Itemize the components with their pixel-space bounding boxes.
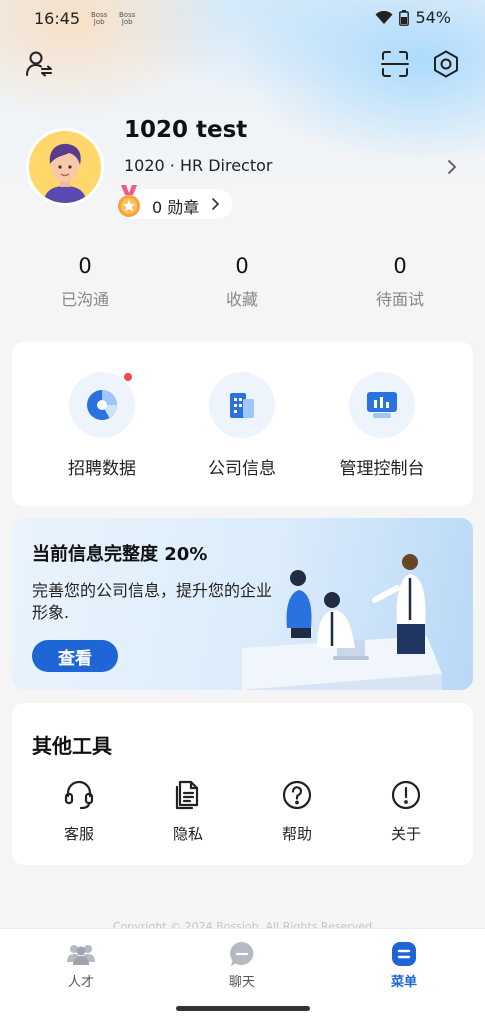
stat-label: 收藏 <box>225 290 258 309</box>
office-illustration <box>242 554 442 690</box>
stat-favorites[interactable]: 0 收藏 <box>182 254 302 310</box>
quick-action-label: 招聘数据 <box>68 459 136 479</box>
user-switch-icon <box>26 51 52 77</box>
stat-interviews[interactable]: 0 待面试 <box>340 254 460 310</box>
tab-label: 菜单 <box>390 975 417 990</box>
status-notification-logo: Boss Job <box>119 12 135 26</box>
completeness-banner[interactable]: 当前信息完整度 20% 完善您的公司信息，提升您的企业形象. 查看 <box>12 518 473 690</box>
tab-icon-wrap <box>202 941 282 967</box>
tool-icon-wrap <box>34 777 124 813</box>
badge-button[interactable]: 0 勋章 <box>118 185 232 219</box>
quick-action-icon-wrap <box>349 372 415 438</box>
chevron-right-icon <box>448 160 456 174</box>
tab-icon-wrap <box>41 941 121 967</box>
tab-chat[interactable]: 聊天 <box>202 941 282 990</box>
quick-action-recruitment-data[interactable]: 招聘数据 <box>32 372 172 479</box>
quick-action-company-info[interactable]: 公司信息 <box>172 372 312 479</box>
stat-label: 待面试 <box>375 290 424 309</box>
battery-percent: 54% <box>415 8 451 27</box>
quick-action-label: 管理控制台 <box>339 459 425 479</box>
home-indicator[interactable] <box>176 1006 310 1011</box>
dashboard-icon <box>367 392 397 418</box>
stat-value: 0 <box>235 254 249 278</box>
pie-chart-icon <box>87 390 117 420</box>
banner-title: 当前信息完整度 20% <box>32 544 208 565</box>
menu-icon <box>392 942 416 966</box>
stat-value: 0 <box>78 254 92 278</box>
quick-action-icon-wrap <box>209 372 275 438</box>
quick-action-label: 公司信息 <box>208 459 276 479</box>
quick-actions-card: 招聘数据 公司信息 管理控制台 <box>12 342 473 506</box>
tab-talent[interactable]: 人才 <box>41 941 121 990</box>
logo-text-line2: Job <box>121 18 133 26</box>
status-notification-logo: Boss Job <box>91 12 107 26</box>
settings-icon <box>434 50 458 78</box>
status-time: 16:45 <box>34 9 81 28</box>
tool-icon-wrap <box>361 777 451 813</box>
document-icon <box>175 780 199 810</box>
tab-label: 人才 <box>67 975 94 990</box>
avatar[interactable] <box>26 128 104 206</box>
stat-label: 已沟通 <box>60 290 109 309</box>
settings-button[interactable] <box>429 47 463 81</box>
headset-icon <box>64 780 94 810</box>
banner-description: 完善您的公司信息，提升您的企业形象. <box>32 581 273 622</box>
tool-privacy[interactable]: 隐私 <box>143 777 233 844</box>
logo-text-line2: Job <box>93 18 105 26</box>
question-icon <box>282 780 312 810</box>
quick-action-admin-console[interactable]: 管理控制台 <box>312 372 452 479</box>
notification-dot <box>123 372 133 382</box>
tool-about[interactable]: 关于 <box>361 777 451 844</box>
tool-label: 隐私 <box>172 825 203 843</box>
quick-action-icon-wrap <box>69 372 135 438</box>
tab-menu[interactable]: 菜单 <box>364 941 444 990</box>
tool-label: 客服 <box>63 825 94 843</box>
people-icon <box>67 945 95 965</box>
switch-role-button[interactable] <box>22 47 56 81</box>
tool-label: 关于 <box>390 825 421 843</box>
stat-value: 0 <box>393 254 407 278</box>
scan-icon <box>381 51 409 77</box>
chat-icon <box>230 942 254 966</box>
tab-icon-wrap <box>364 941 444 967</box>
battery-icon <box>399 9 410 26</box>
tools-title: 其他工具 <box>32 734 112 758</box>
stat-communicated[interactable]: 0 已沟通 <box>25 254 145 310</box>
tool-icon-wrap <box>143 777 233 813</box>
view-button[interactable]: 查看 <box>32 640 118 672</box>
chevron-right-icon <box>212 198 219 210</box>
medal-icon <box>118 185 140 217</box>
tab-label: 聊天 <box>228 975 255 990</box>
wifi-icon <box>375 10 393 24</box>
info-icon <box>391 780 421 810</box>
other-tools-card: 其他工具 客服 隐私 帮助 关于 <box>12 703 473 865</box>
profile-name[interactable]: 1020 test <box>124 117 247 143</box>
building-icon <box>230 393 254 418</box>
tool-customer-service[interactable]: 客服 <box>34 777 124 844</box>
avatar-image <box>29 131 101 203</box>
badge-count: 0 勋章 <box>152 198 200 217</box>
status-right: 54% <box>375 8 451 27</box>
tool-label: 帮助 <box>281 825 312 843</box>
profile-role: 1020 · HR Director <box>124 156 273 175</box>
profile-detail-chevron[interactable] <box>445 158 459 180</box>
tool-help[interactable]: 帮助 <box>252 777 342 844</box>
scan-button[interactable] <box>378 47 412 81</box>
tool-icon-wrap <box>252 777 342 813</box>
